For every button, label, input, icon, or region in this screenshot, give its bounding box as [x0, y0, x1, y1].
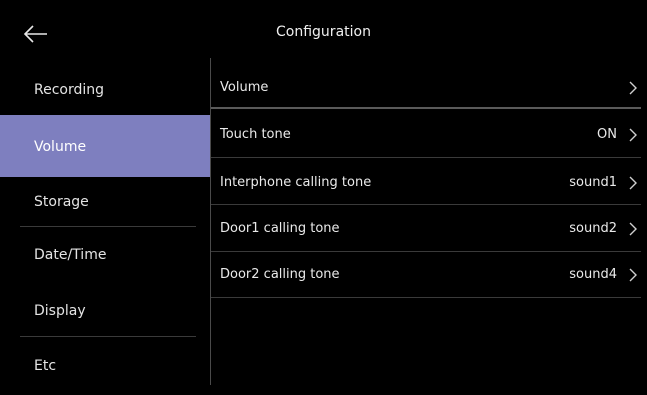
sidebar-item-datetime[interactable]: Date/Time: [0, 230, 210, 284]
row-divider: [211, 297, 641, 298]
row-label: Interphone calling tone: [220, 175, 372, 190]
row-door2-calling-tone[interactable]: Door2 calling tone sound4: [211, 250, 647, 298]
chevron-right-icon: [629, 268, 637, 282]
sidebar: Recording Volume Storage Date/Time Displ…: [0, 65, 210, 385]
row-volume[interactable]: Volume: [211, 63, 647, 111]
sidebar-item-storage[interactable]: Storage: [0, 177, 210, 231]
row-touch-tone[interactable]: Touch tone ON: [211, 110, 647, 158]
row-value: sound4: [569, 267, 617, 282]
sidebar-item-label: Date/Time: [34, 247, 107, 263]
page-title: Configuration: [276, 24, 371, 40]
sidebar-item-label: Recording: [34, 82, 105, 98]
row-label: Door2 calling tone: [220, 267, 340, 282]
chevron-right-icon: [629, 128, 637, 142]
sidebar-item-label: Storage: [34, 194, 89, 210]
chevron-right-icon: [629, 81, 637, 95]
chevron-right-icon: [629, 222, 637, 236]
top-bar: Configuration: [0, 0, 647, 65]
row-interphone-calling-tone[interactable]: Interphone calling tone sound1: [211, 158, 647, 206]
sidebar-item-recording[interactable]: Recording: [0, 65, 210, 119]
sidebar-divider: [20, 336, 196, 337]
sidebar-divider: [20, 226, 196, 227]
settings-panel: Volume Touch tone ON Interphone calling …: [211, 58, 647, 385]
row-door1-calling-tone[interactable]: Door1 calling tone sound2: [211, 204, 647, 252]
sidebar-item-label: Etc: [34, 358, 57, 374]
row-label: Volume: [220, 80, 269, 95]
sidebar-item-label: Display: [34, 303, 86, 319]
row-label: Touch tone: [220, 127, 291, 142]
sidebar-item-display[interactable]: Display: [0, 286, 210, 340]
sidebar-item-etc[interactable]: Etc: [0, 341, 210, 395]
row-label: Door1 calling tone: [220, 221, 340, 236]
row-divider: [211, 107, 641, 109]
row-value: ON: [597, 127, 617, 142]
sidebar-item-volume[interactable]: Volume: [0, 115, 210, 177]
row-value: sound1: [569, 175, 617, 190]
row-value: sound2: [569, 221, 617, 236]
sidebar-item-label: Volume: [34, 139, 87, 155]
chevron-right-icon: [629, 176, 637, 190]
